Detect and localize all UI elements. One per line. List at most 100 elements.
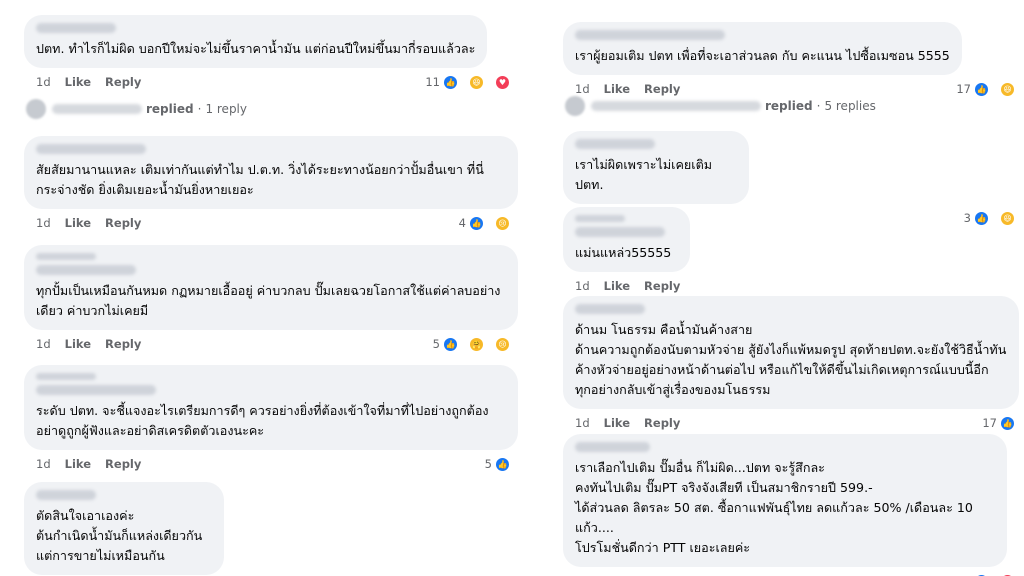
author-name-redacted[interactable] <box>575 227 665 237</box>
comment-text: ตัดสินใจเอาเองค่ะ ต้นกำเนิดน้ำมันก็แหล่ง… <box>36 508 203 563</box>
comment-time[interactable]: 1d <box>575 82 590 96</box>
reply-button[interactable]: Reply <box>105 216 141 230</box>
comment-bubble: เราไม่ผิดเพราะไม่เคยเติม ปตท. <box>563 131 749 204</box>
comment-text: ปตท. ทำไรก็ไม่ผิด บอกปีใหม่จะไม่ขึ้นราคา… <box>36 41 476 56</box>
haha-reaction-icon: 😆 <box>1000 81 1015 97</box>
comment-bubble: ปตท. ทำไรก็ไม่ผิด บอกปีใหม่จะไม่ขึ้นราคา… <box>24 15 488 68</box>
comment: ปตท. ทำไรก็ไม่ผิด บอกปีใหม่จะไม่ขึ้นราคา… <box>24 15 524 92</box>
care-reaction-icon: 🤗 <box>469 336 484 352</box>
comment-actions: 1d Like Reply 5 👍 🤗 😢 <box>24 334 524 354</box>
like-reaction-icon: 👍 <box>495 456 510 472</box>
like-reaction-icon: 👍 <box>443 336 458 352</box>
like-button[interactable]: Like <box>65 457 91 471</box>
comment-bubble: ด้านม โนธรรม คือน้ำมันค้างสาย ด้านความถู… <box>563 296 1019 409</box>
top-fan-badge-redacted <box>36 253 96 260</box>
avatar <box>565 96 585 116</box>
comment-bubble: แม่นแหล่ว55555 <box>563 207 690 272</box>
reaction-summary[interactable]: 5 👍 <box>484 456 524 472</box>
author-name-redacted[interactable] <box>575 442 650 452</box>
author-name-redacted[interactable] <box>36 23 116 33</box>
reply-button[interactable]: Reply <box>105 457 141 471</box>
replies-link[interactable]: replied · 1 reply <box>26 98 247 120</box>
comment: เราผู้ยอมเติม ปตท เพื่อที่จะเอาส่วนลด กั… <box>563 22 1019 99</box>
replier-name-redacted <box>52 104 142 114</box>
like-button[interactable]: Like <box>65 337 91 351</box>
like-reaction-icon: 👍 <box>974 81 989 97</box>
author-name-redacted[interactable] <box>36 265 136 275</box>
replies-link[interactable]: replied · 5 replies <box>565 95 876 117</box>
replied-sep: · <box>816 99 821 113</box>
reaction-count: 5 <box>484 457 492 471</box>
replied-label: replied <box>765 99 813 113</box>
comment: ระดับ ปตท. จะชี้แจงอะไรเตรียมการดีๆ ควรอ… <box>24 365 524 474</box>
reaction-count: 11 <box>425 75 440 89</box>
comment-text: แม่นแหล่ว55555 <box>575 245 672 260</box>
comment-actions: 1d Like Reply 10 👍 ♥ <box>563 571 1019 576</box>
reaction-summary[interactable]: 17 👍 😆 <box>956 81 1024 97</box>
top-fan-badge-redacted <box>36 373 96 380</box>
reaction-summary[interactable]: 5 👍 🤗 😢 <box>432 336 524 352</box>
comment-bubble: เราผู้ยอมเติม ปตท เพื่อที่จะเอาส่วนลด กั… <box>563 22 962 75</box>
reaction-count: 17 <box>982 416 997 430</box>
reaction-summary[interactable]: 11 👍 😆 ♥ <box>425 74 524 90</box>
comment-actions: 1d Like Reply 11 👍 😆 ♥ <box>24 72 524 92</box>
top-fan-badge-redacted <box>575 215 625 222</box>
comment: แม่นแหล่ว55555 1d Like Reply <box>563 207 1019 296</box>
comment: ทุกปั้มเป็นเหมือนกันหมด กฏหมายเอื้ออยู่ … <box>24 245 524 354</box>
author-name-redacted[interactable] <box>36 144 146 154</box>
love-reaction-icon: ♥ <box>495 74 510 90</box>
replied-sep: · <box>197 102 202 116</box>
comment: ตัดสินใจเอาเองค่ะ ต้นกำเนิดน้ำมันก็แหล่ง… <box>24 482 224 575</box>
comment: สัยสัยมานานแหละ เติมเท่ากันแต่ทำไม ป.ต.ท… <box>24 136 524 233</box>
reply-button[interactable]: Reply <box>644 416 680 430</box>
reply-button[interactable]: Reply <box>644 279 680 293</box>
comment-time[interactable]: 1d <box>575 416 590 430</box>
reply-count: 5 replies <box>824 99 876 113</box>
comment-actions: 1d Like Reply 17 👍 <box>563 413 1019 433</box>
author-name-redacted[interactable] <box>575 139 655 149</box>
like-button[interactable]: Like <box>65 75 91 89</box>
reaction-summary[interactable]: 4 👍 😢 <box>458 215 524 231</box>
comment-actions: 1d Like Reply 4 👍 😢 <box>24 213 524 233</box>
comment-text: เราผู้ยอมเติม ปตท เพื่อที่จะเอาส่วนลด กั… <box>575 48 950 63</box>
sad-reaction-icon: 😢 <box>495 215 510 231</box>
like-button[interactable]: Like <box>604 416 630 430</box>
sad-reaction-icon: 😢 <box>495 336 510 352</box>
reply-button[interactable]: Reply <box>644 82 680 96</box>
comment-time[interactable]: 1d <box>36 75 51 89</box>
comment-actions: 1d Like Reply <box>563 276 1019 296</box>
comment: เราเลือกไปเติม ปั๊มอื่น ก็ไม่ผิด...ปตท จ… <box>563 434 1019 576</box>
reaction-count: 5 <box>432 337 440 351</box>
reply-count: 1 reply <box>205 102 247 116</box>
author-name-redacted[interactable] <box>575 30 725 40</box>
comment-time[interactable]: 1d <box>36 337 51 351</box>
comment-bubble: เราเลือกไปเติม ปั๊มอื่น ก็ไม่ผิด...ปตท จ… <box>563 434 1007 567</box>
comment-text: เราไม่ผิดเพราะไม่เคยเติม ปตท. <box>575 157 713 192</box>
comment-actions: 1d Like Reply 5 👍 <box>24 454 524 474</box>
reaction-count: 4 <box>458 216 466 230</box>
replied-label: replied <box>146 102 194 116</box>
comment-time[interactable]: 1d <box>36 457 51 471</box>
comment-time[interactable]: 1d <box>36 216 51 230</box>
reply-button[interactable]: Reply <box>105 75 141 89</box>
comment-bubble: ทุกปั้มเป็นเหมือนกันหมด กฏหมายเอื้ออยู่ … <box>24 245 518 330</box>
author-name-redacted[interactable] <box>36 490 96 500</box>
reply-button[interactable]: Reply <box>105 337 141 351</box>
comment-bubble: สัยสัยมานานแหละ เติมเท่ากันแต่ทำไม ป.ต.ท… <box>24 136 518 209</box>
comment: ด้านม โนธรรม คือน้ำมันค้างสาย ด้านความถู… <box>563 296 1019 433</box>
reaction-count: 17 <box>956 82 971 96</box>
avatar <box>26 99 46 119</box>
comment-text: เราเลือกไปเติม ปั๊มอื่น ก็ไม่ผิด...ปตท จ… <box>575 460 973 555</box>
comment-time[interactable]: 1d <box>575 279 590 293</box>
like-button[interactable]: Like <box>604 279 630 293</box>
comment-bubble: ระดับ ปตท. จะชี้แจงอะไรเตรียมการดีๆ ควรอ… <box>24 365 518 450</box>
comment-text: ระดับ ปตท. จะชี้แจงอะไรเตรียมการดีๆ ควรอ… <box>36 403 489 438</box>
replier-name-redacted <box>591 101 761 111</box>
like-button[interactable]: Like <box>604 82 630 96</box>
reaction-summary[interactable]: 17 👍 <box>982 415 1024 431</box>
like-button[interactable]: Like <box>65 216 91 230</box>
author-name-redacted[interactable] <box>36 385 156 395</box>
comment-text: สัยสัยมานานแหละ เติมเท่ากันแต่ทำไม ป.ต.ท… <box>36 162 484 197</box>
comment-text: ด้านม โนธรรม คือน้ำมันค้างสาย ด้านความถู… <box>575 322 1007 397</box>
author-name-redacted[interactable] <box>575 304 645 314</box>
